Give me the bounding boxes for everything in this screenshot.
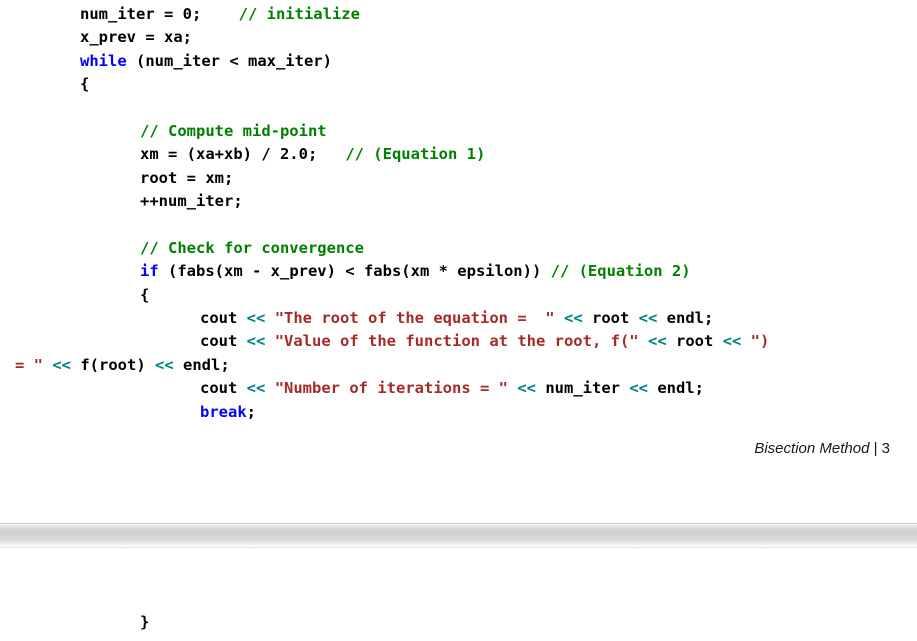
footer-document-title: Bisection Method [754,440,870,457]
code-token: (num_iter < max_iter) [126,51,332,70]
document-page-1: num_iter = 0; // initialize x_prev = xa; w… [0,0,917,523]
code-token: root = xm; [140,168,234,187]
code-token: { [80,75,90,94]
code-token: << [52,355,72,374]
code-token: << [246,309,266,328]
code-line: // Check for convergence [0,237,917,260]
code-token: // initialize [238,5,360,23]
code-token: num_iter = 0; [80,5,239,23]
code-token: "Number of iterations = " [274,379,508,398]
code-token: } [140,613,150,631]
code-line: cout << "Number of iterations = " << num… [0,377,917,400]
code-listing-page-1[interactable]: num_iter = 0; // initialize x_prev = xa; w… [0,3,917,424]
code-token: while [80,51,127,70]
page-footer: Bisection Method | 3 [738,423,890,474]
code-token: << [564,309,583,328]
code-token: << [638,309,658,328]
code-listing-page-2[interactable]: } [0,611,917,634]
code-token: root [582,309,639,328]
document-page-2: } [0,548,917,641]
code-token: cout [200,309,247,328]
code-token: << [246,332,266,351]
code-line: if (fabs(xm - x_prev) < fabs(xm * epsilo… [0,260,917,283]
code-token: << [722,332,742,351]
code-token: { [140,285,150,304]
code-token: endl; [648,379,704,398]
code-line: ++num_iter; [0,190,917,213]
code-token: << [629,379,648,398]
code-token: (fabs(xm - x_prev) < fabs(xm * epsilon)) [158,262,551,281]
code-token: // Check for convergence [140,238,364,257]
code-token: << [517,379,536,398]
code-token: xm = (xa+xb) / 2.0; [140,145,346,164]
page-break-divider [0,523,917,548]
code-token: x_prev = xa; [80,28,192,47]
code-line: // Compute mid-point [0,120,917,143]
footer-separator: | [869,440,882,457]
code-line: num_iter = 0; // initialize [0,3,917,26]
code-token: endl; [657,309,714,328]
code-line: { [0,73,917,96]
code-token: f(root) [71,355,156,374]
code-line: = " << f(root) << endl; [0,354,917,377]
code-token: root [666,332,723,351]
code-token: // (Equation 2) [550,262,691,281]
code-line: xm = (xa+xb) / 2.0; // (Equation 1) [0,143,917,166]
code-token: << [647,332,667,351]
code-line: root = xm; [0,167,917,190]
code-line: { [0,284,917,307]
code-line: break; [0,401,917,424]
code-token: << [155,355,174,374]
code-token: = " [15,355,43,374]
code-line: while (num_iter < max_iter) [0,50,917,73]
code-token: if [140,262,159,281]
code-token: // (Equation 1) [345,145,486,164]
code-token: cout [200,379,247,398]
footer-page-number: 3 [881,440,890,457]
code-token: ") [750,332,770,351]
code-token: ; [246,402,257,421]
code-token: ++num_iter; [140,192,243,211]
code-token: "The root of the equation = " [274,309,555,328]
code-token: << [246,379,266,398]
code-token: cout [200,332,247,351]
code-line: x_prev = xa; [0,26,917,49]
code-token: num_iter [536,379,630,398]
code-token: break [200,402,247,421]
code-line: cout << "Value of the function at the ro… [0,330,917,353]
code-line: } [0,611,917,634]
code-token: "Value of the function at the root, f(" [274,332,639,351]
code-token: // Compute mid-point [140,121,327,140]
code-token: endl; [173,355,230,374]
code-line: cout << "The root of the equation = " <<… [0,307,917,330]
